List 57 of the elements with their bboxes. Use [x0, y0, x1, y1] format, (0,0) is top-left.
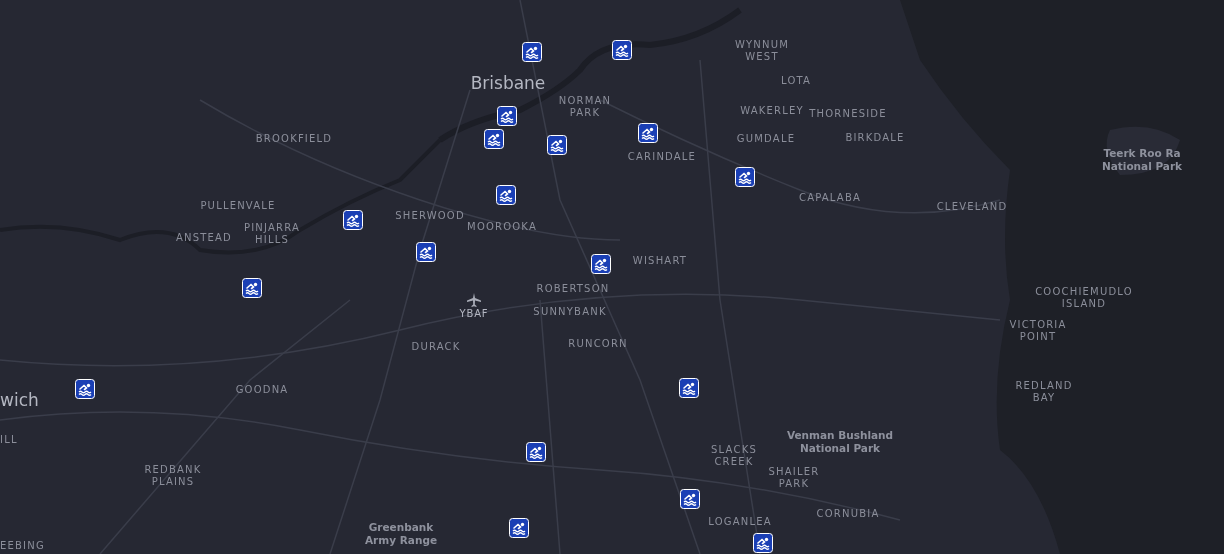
map-label: NORMAN PARK: [558, 95, 612, 119]
map-label: YBAF: [459, 308, 489, 320]
map-label: WAKERLEY: [740, 105, 804, 117]
map-label: ANSTEAD: [176, 232, 232, 244]
map-label: REDLAND BAY: [1015, 380, 1073, 404]
swimming-pool-icon[interactable]: [496, 185, 516, 205]
map-label: wich: [0, 390, 39, 410]
swimming-pool-icon[interactable]: [509, 518, 529, 538]
map-label: Teerk Roo Ra National Park: [1101, 147, 1183, 173]
swimming-pool-icon[interactable]: [343, 210, 363, 230]
map-label: Brisbane: [470, 73, 546, 93]
swimming-pool-icon[interactable]: [638, 123, 658, 143]
map-label: BIRKDALE: [845, 132, 905, 144]
swimming-pool-icon[interactable]: [735, 167, 755, 187]
swimming-pool-icon[interactable]: [497, 106, 517, 126]
map-label: REDBANK PLAINS: [144, 464, 202, 488]
swimming-pool-icon[interactable]: [753, 533, 773, 553]
map-label: SHAILER PARK: [768, 466, 820, 490]
map-label: GOODNA: [235, 384, 289, 396]
map-label: CAPALABA: [799, 192, 861, 204]
swimming-pool-icon[interactable]: [484, 129, 504, 149]
map-label: THORNESIDE: [809, 108, 887, 120]
map-label: COOCHIEMUDLO ISLAND: [1035, 286, 1133, 310]
swimming-pool-icon[interactable]: [522, 42, 542, 62]
map-label: PINJARRA HILLS: [244, 222, 300, 246]
map-label: CORNUBIA: [816, 508, 880, 520]
airport-icon: [466, 292, 482, 308]
swimming-pool-icon[interactable]: [547, 135, 567, 155]
map-label: LOTA: [780, 75, 812, 87]
swimming-pool-icon[interactable]: [612, 40, 632, 60]
map-label: SUNNYBANK: [533, 306, 607, 318]
map-label: SHERWOOD: [395, 210, 465, 222]
swimming-pool-icon[interactable]: [242, 278, 262, 298]
map-label: WISHART: [632, 255, 688, 267]
map-label: EEBING: [0, 540, 45, 552]
map-label: CARINDALE: [627, 151, 697, 163]
map-label: GUMDALE: [736, 133, 796, 145]
map-label: DURACK: [411, 341, 461, 353]
map-label: RUNCORN: [568, 338, 628, 350]
map-label: WYNNUM WEST: [734, 39, 790, 63]
map-label: VICTORIA POINT: [1009, 319, 1067, 343]
map-label: Venman Bushland National Park: [786, 429, 894, 455]
map-label: ROBERTSON: [536, 283, 610, 295]
map-label: CLEVELAND: [936, 201, 1008, 213]
swimming-pool-icon[interactable]: [679, 378, 699, 398]
map-label: PULLENVALE: [200, 200, 276, 212]
swimming-pool-icon[interactable]: [416, 242, 436, 262]
swimming-pool-icon[interactable]: [591, 254, 611, 274]
swimming-pool-icon[interactable]: [75, 379, 95, 399]
map-label: Greenbank Army Range: [365, 521, 437, 547]
swimming-pool-icon[interactable]: [680, 489, 700, 509]
map-label: ILL: [0, 434, 18, 446]
swimming-pool-icon[interactable]: [526, 442, 546, 462]
map-label: LOGANLEA: [708, 516, 772, 528]
map-label: BROOKFIELD: [255, 133, 333, 145]
map-label: SLACKS CREEK: [711, 444, 757, 468]
map-label: MOOROOKA: [467, 221, 537, 233]
